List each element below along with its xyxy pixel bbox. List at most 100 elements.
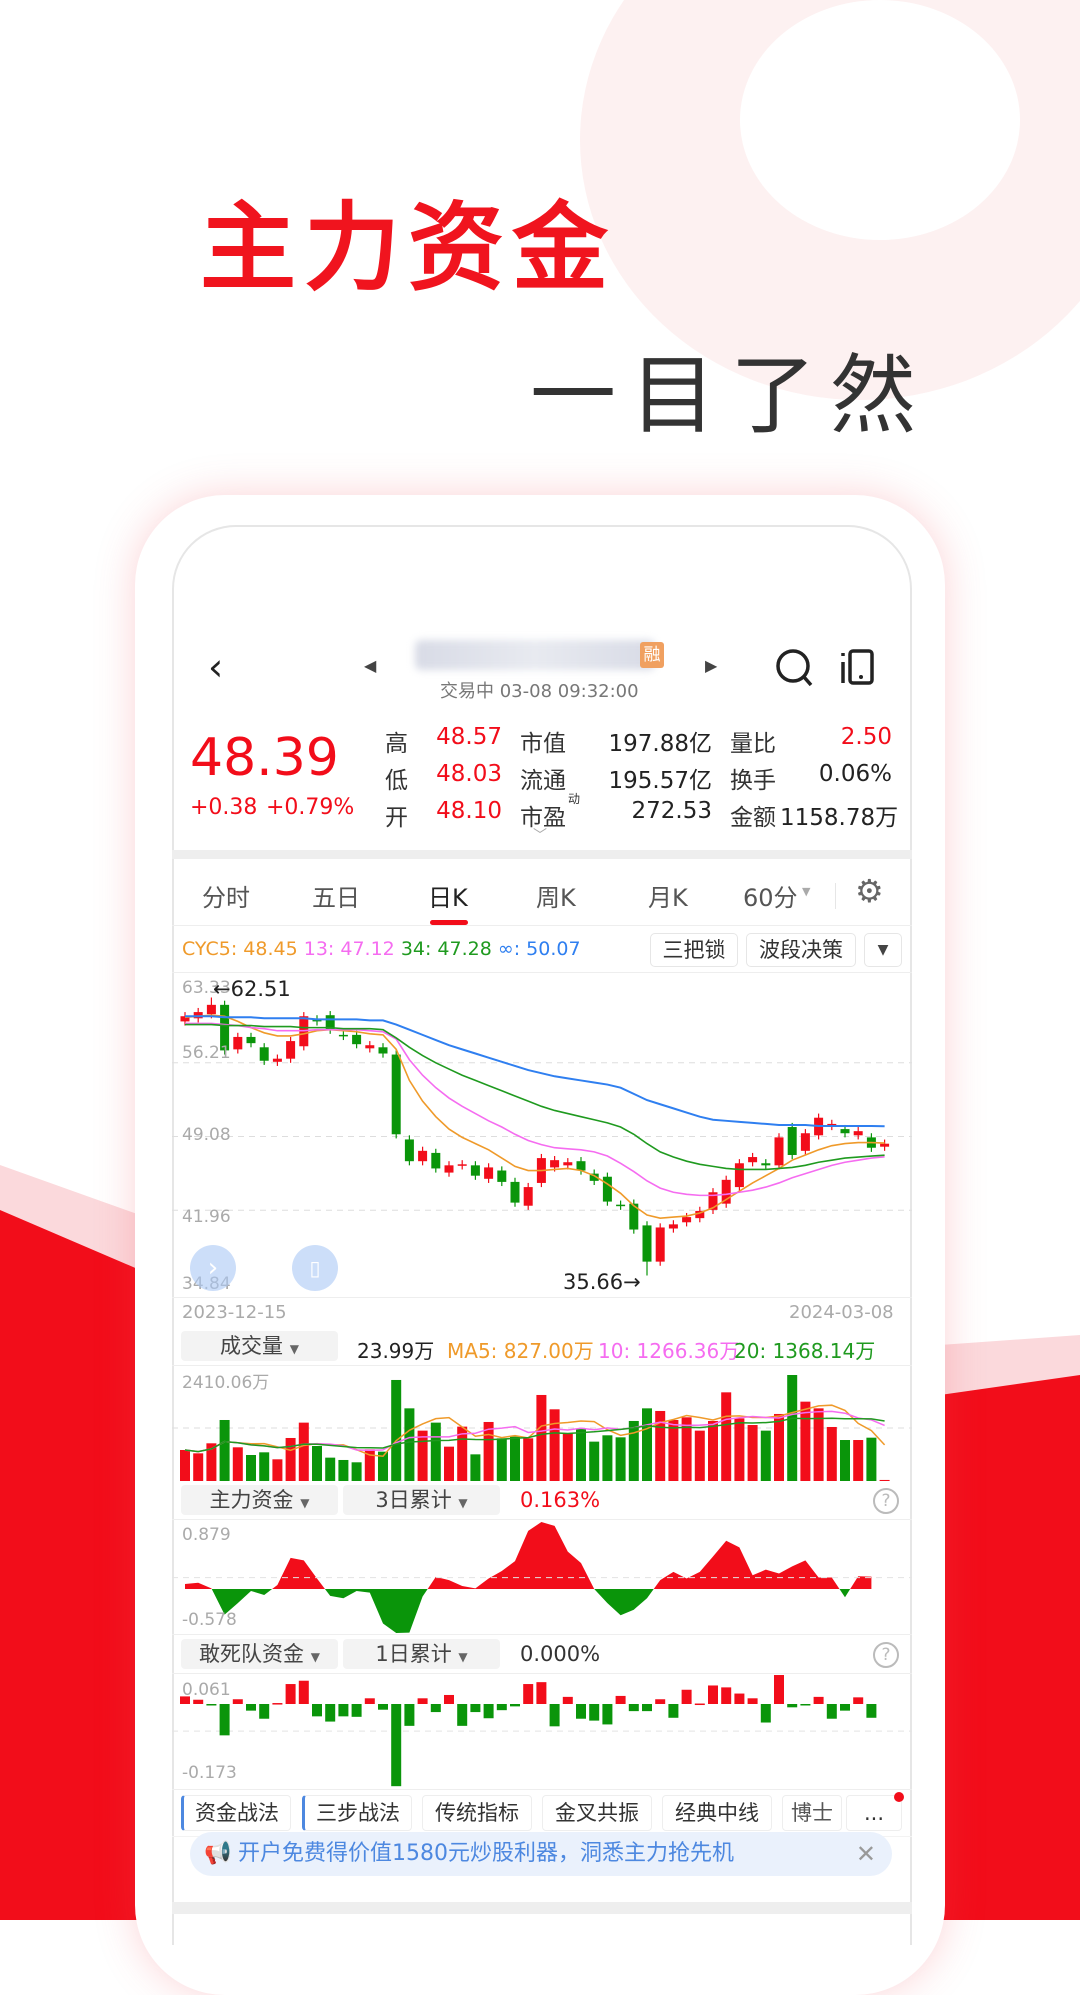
- volume-bar: [351, 1462, 362, 1481]
- section-divider: [172, 850, 912, 859]
- strategy-tab-golden-cross[interactable]: 金叉共振: [542, 1795, 652, 1831]
- hero-title: 主力资金: [200, 192, 616, 304]
- dead-squad-bar-in: [721, 1687, 732, 1704]
- dead-squad-bar-in: [774, 1675, 784, 1704]
- notification-dot: [894, 1792, 904, 1802]
- strategy-tab-fund[interactable]: 资金战法: [181, 1795, 291, 1831]
- dead-squad-bar-out: [589, 1704, 600, 1721]
- dropdown-icon: ▼: [300, 1496, 310, 1510]
- volume-bar: [391, 1379, 402, 1481]
- high-price-label: ←62.51: [213, 977, 291, 1001]
- volume-bar: [259, 1452, 270, 1481]
- volume-bar: [232, 1447, 243, 1481]
- volume-bar: [470, 1454, 481, 1481]
- search-icon[interactable]: [775, 648, 815, 690]
- dead-squad-bar-out: [457, 1704, 468, 1726]
- stat-value-amount: 1158.78万: [780, 805, 899, 831]
- settings-gear-icon[interactable]: ⚙: [855, 872, 884, 910]
- expand-arrow-icon[interactable]: ›: [190, 1245, 236, 1291]
- trading-status: 交易中 03-08 09:32:00: [440, 681, 639, 702]
- close-icon[interactable]: ✕: [856, 1832, 876, 1876]
- dead-squad-bar-out: [351, 1704, 362, 1717]
- cycinf-value: ∞: 50.07: [497, 938, 581, 960]
- help-icon[interactable]: ?: [873, 1488, 899, 1514]
- main-fund-chart[interactable]: [172, 1515, 912, 1640]
- tab-daily-k[interactable]: 日K: [428, 878, 468, 913]
- expand-chevron-icon[interactable]: ﹀: [533, 825, 547, 845]
- three-locks-button[interactable]: 三把锁: [650, 933, 738, 967]
- fund-period-selector[interactable]: 3日累计 ▼: [343, 1485, 500, 1515]
- dropdown-icon: ▼: [289, 1342, 299, 1356]
- dead-squad-selector[interactable]: 敢死队资金 ▼: [181, 1639, 338, 1669]
- portrait-toggle-floating-icon[interactable]: ▯: [292, 1245, 338, 1291]
- dead-squad-bar-in: [615, 1695, 626, 1704]
- dead-squad-chart[interactable]: [172, 1670, 912, 1790]
- dead-squad-bar-in: [285, 1684, 296, 1704]
- candle-down: [431, 1152, 441, 1169]
- wave-decision-button[interactable]: 波段决策: [746, 933, 856, 967]
- divider: [172, 1789, 912, 1790]
- stat-value-volume-ratio: 2.50: [840, 724, 892, 750]
- strategy-tab-classic-midline[interactable]: 经典中线: [662, 1795, 772, 1831]
- y-tick-label: 56.21: [182, 1043, 231, 1063]
- dead-squad-bar-in: [232, 1699, 243, 1704]
- strategy-tab-three-step[interactable]: 三步战法: [302, 1795, 412, 1831]
- stock-name-blurred: [415, 640, 655, 670]
- volume-bar: [734, 1418, 745, 1481]
- volume-bar: [866, 1437, 877, 1481]
- next-stock-icon[interactable]: ▶: [705, 656, 717, 675]
- dead-squad-bar-in: [562, 1696, 573, 1704]
- candle-up: [206, 1004, 216, 1015]
- volume-chart[interactable]: [172, 1360, 912, 1485]
- tab-weekly-k[interactable]: 周K: [536, 878, 576, 913]
- help-icon[interactable]: ?: [873, 1642, 899, 1668]
- dead-squad-bar-out: [246, 1704, 256, 1711]
- dead-squad-bar-out: [325, 1704, 336, 1722]
- dead-squad-bar-in: [523, 1684, 534, 1704]
- dead-squad-bar-out: [628, 1704, 639, 1712]
- back-icon[interactable]: ‹: [208, 645, 223, 689]
- prev-stock-icon[interactable]: ◀: [364, 656, 376, 675]
- volume-bar: [721, 1392, 732, 1481]
- dead-squad-period-selector[interactable]: 1日累计 ▼: [343, 1639, 500, 1669]
- more-strategies-button[interactable]: ...: [846, 1795, 902, 1831]
- strategy-tab-traditional[interactable]: 传统指标: [422, 1795, 532, 1831]
- volume-bar: [444, 1446, 454, 1481]
- candle-down: [378, 1047, 388, 1054]
- tab-intraday[interactable]: 分时: [202, 878, 250, 913]
- candle-up: [774, 1137, 784, 1166]
- dead-squad-bar-out: [496, 1704, 507, 1711]
- candlestick-chart[interactable]: [172, 975, 912, 1295]
- dead-squad-bar-out: [483, 1704, 494, 1719]
- dead-squad-bar-out: [840, 1704, 850, 1711]
- strategy-tab-doctor[interactable]: 博士: [782, 1795, 842, 1831]
- cyc-legend: CYC5: 48.45 13: 47.12 34: 47.28 ∞: 50.07: [182, 938, 581, 960]
- candle-down: [352, 1034, 362, 1045]
- dropdown-icon: ▼: [458, 1496, 468, 1510]
- main-fund-selector[interactable]: 主力资金 ▼: [181, 1485, 338, 1515]
- tab-60min-dropdown-icon[interactable]: ▼: [802, 885, 810, 898]
- dead-squad-bar-in: [708, 1685, 718, 1704]
- tab-60min[interactable]: 60分: [743, 878, 798, 913]
- candle-up: [272, 1058, 282, 1062]
- promo-banner[interactable]: 📢 开户免费得价值1580元炒股利器，洞悉主力抢先机 ✕: [190, 1832, 892, 1876]
- red-band-left: [0, 1210, 140, 1920]
- dead-max-label: 0.061: [182, 1680, 231, 1700]
- candle-up: [682, 1217, 692, 1223]
- volume-selector[interactable]: 成交量 ▼: [181, 1331, 338, 1361]
- volume-bar: [576, 1428, 586, 1481]
- tab-monthly-k[interactable]: 月K: [648, 878, 688, 913]
- dropdown-icon: ▼: [458, 1650, 468, 1664]
- volume-bar: [536, 1394, 547, 1481]
- volume-bar: [549, 1409, 560, 1481]
- candle-up: [734, 1163, 744, 1188]
- dead-squad-bar-out: [219, 1704, 230, 1736]
- indicator-dropdown-button[interactable]: ▼: [864, 933, 902, 967]
- stat-value-low: 48.03: [436, 761, 502, 787]
- cyc34-value: 34: 47.28: [400, 938, 492, 960]
- volume-bar: [496, 1438, 507, 1481]
- dead-squad-bar-in: [272, 1703, 283, 1705]
- portrait-toggle-icon[interactable]: [840, 648, 876, 686]
- tab-five-day[interactable]: 五日: [312, 878, 360, 913]
- x-end-date: 2024-03-08: [789, 1302, 894, 1323]
